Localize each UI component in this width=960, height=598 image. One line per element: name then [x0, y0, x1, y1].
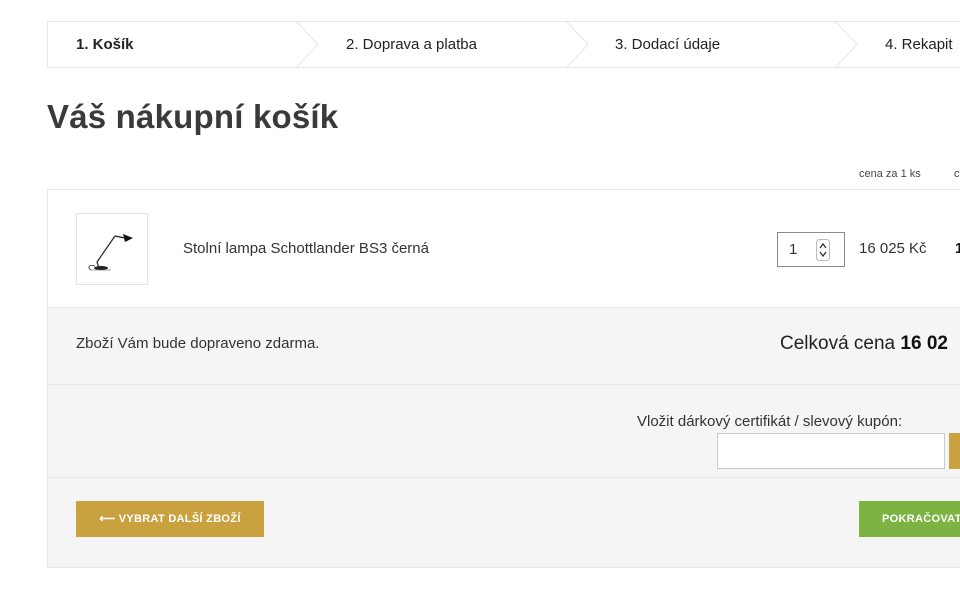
step-separator — [566, 22, 589, 67]
step-separator — [835, 22, 858, 67]
cart-panel: Stolní lampa Schottlander BS3 černá 1 16… — [47, 189, 960, 568]
cart-item-row: Stolní lampa Schottlander BS3 černá 1 16… — [48, 190, 960, 308]
page-title: Váš nákupní košík — [47, 98, 339, 135]
item-total: 1 — [955, 240, 960, 257]
quantity-stepper[interactable]: 1 — [777, 232, 845, 267]
step-separator — [296, 22, 319, 67]
unit-price: 16 025 Kč — [859, 240, 927, 257]
grand-total-value: 16 02 — [900, 333, 948, 354]
actions-row: ⟵ VYBRAT DALŠÍ ZBOŽÍ POKRAČOVAT — [48, 478, 960, 567]
coupon-apply-button[interactable] — [949, 433, 960, 469]
shipping-row: Zboží Vám bude dopraveno zdarma. Celková… — [48, 308, 960, 385]
shipping-note: Zboží Vám bude dopraveno zdarma. — [76, 335, 320, 352]
step-delivery-details[interactable]: 3. Dodací údaje — [615, 22, 720, 67]
column-header-total: c — [954, 168, 960, 180]
product-name[interactable]: Stolní lampa Schottlander BS3 černá — [183, 240, 429, 257]
coupon-input[interactable] — [717, 433, 945, 469]
column-header-unit-price: cena za 1 ks — [859, 168, 921, 180]
continue-shopping-button[interactable]: ⟵ VYBRAT DALŠÍ ZBOŽÍ — [76, 501, 264, 537]
step-cart[interactable]: 1. Košík — [76, 22, 134, 67]
grand-total: Celková cena 16 02 — [780, 333, 948, 355]
grand-total-label: Celková cena — [780, 333, 896, 354]
coupon-row: Vložit dárkový certifikát / slevový kupó… — [48, 385, 960, 478]
product-thumbnail[interactable] — [76, 213, 148, 285]
step-summary[interactable]: 4. Rekapit — [885, 22, 953, 67]
desk-lamp-icon — [88, 234, 133, 271]
stepper-arrows-icon[interactable] — [816, 239, 830, 261]
checkout-steps: 1. Košík 2. Doprava a platba 3. Dodací ú… — [47, 21, 960, 68]
quantity-value[interactable]: 1 — [789, 241, 797, 258]
coupon-label: Vložit dárkový certifikát / slevový kupó… — [637, 413, 903, 430]
step-shipping-payment[interactable]: 2. Doprava a platba — [346, 22, 477, 67]
continue-button[interactable]: POKRAČOVAT — [859, 501, 960, 537]
